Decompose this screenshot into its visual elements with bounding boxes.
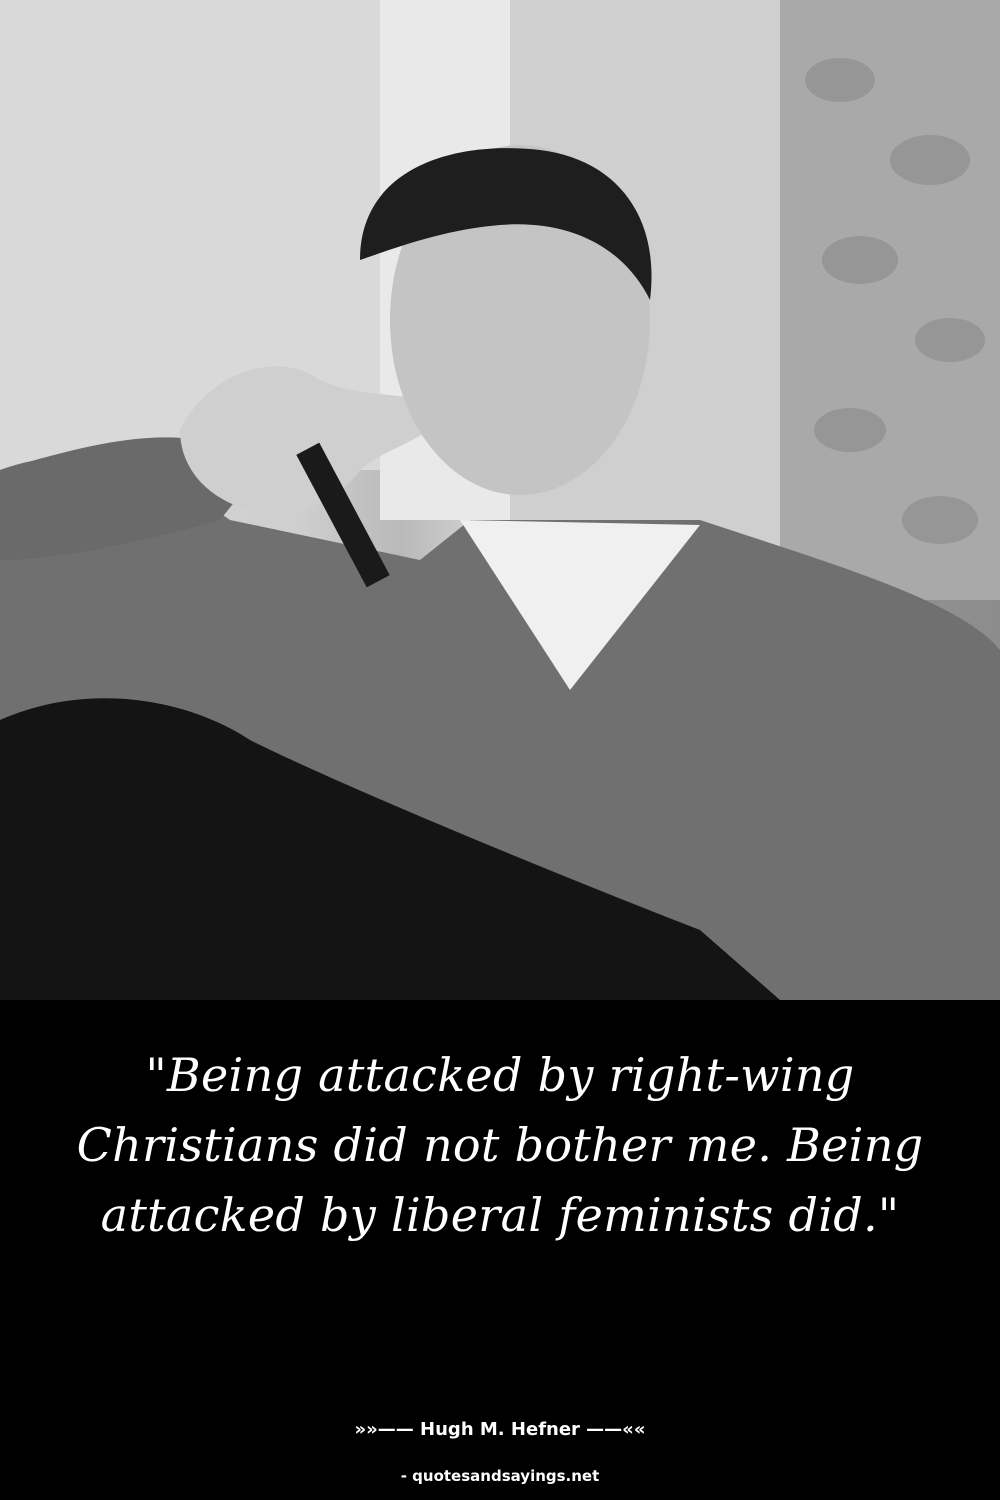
quote-text: "Being attacked by right-wing Christians… — [76, 1048, 924, 1242]
author-attribution: »»—— Hugh M. Hefner ——«« — [354, 1419, 646, 1440]
portrait-illustration — [0, 0, 1000, 1000]
portrait-photo — [0, 0, 1000, 1000]
source-credit: - quotesandsayings.net — [400, 1467, 600, 1485]
quote-poster: "Being attacked by right-wing Christians… — [0, 0, 1000, 1500]
